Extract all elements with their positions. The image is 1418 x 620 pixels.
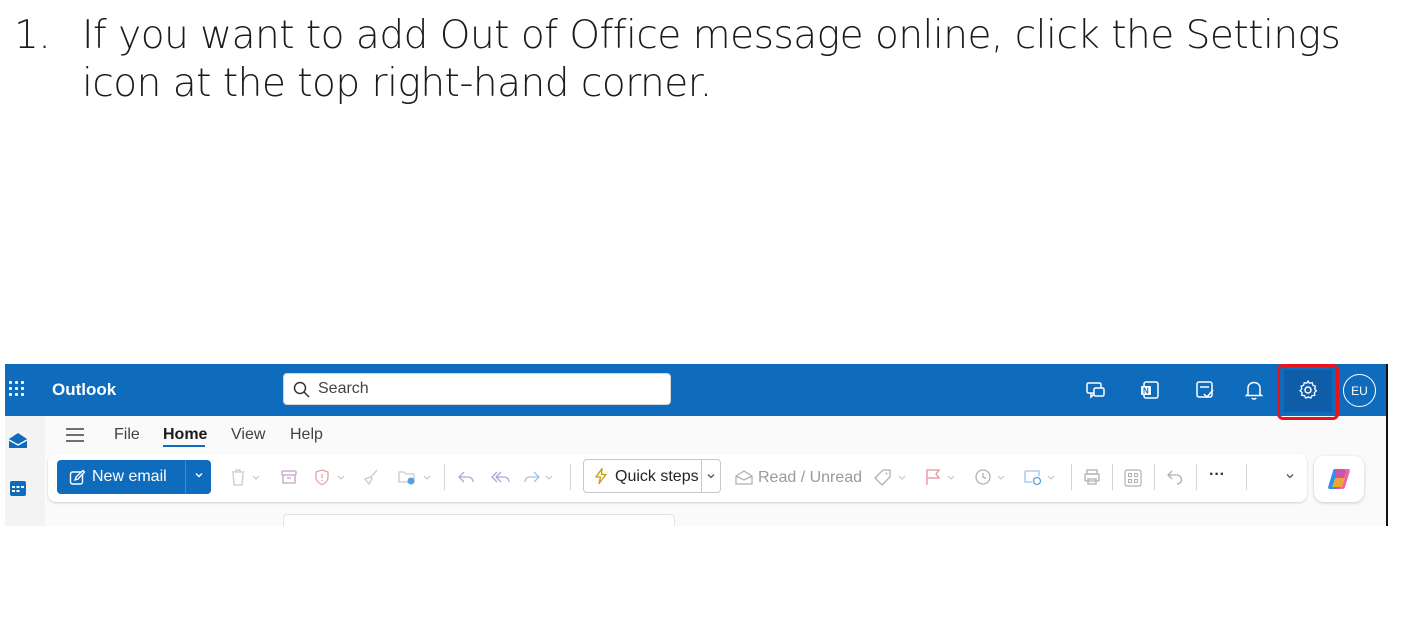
chevron-down-icon[interactable]: [705, 470, 717, 482]
compose-icon: [69, 469, 86, 485]
onenote-icon[interactable]: N: [1138, 378, 1162, 402]
calendar-app-icon[interactable]: [8, 478, 28, 498]
svg-text:N: N: [1143, 387, 1149, 396]
chevron-down-icon[interactable]: [897, 468, 907, 486]
tag-icon[interactable]: [874, 468, 892, 486]
tab-help[interactable]: Help: [290, 426, 323, 444]
reply-icon[interactable]: [456, 468, 476, 486]
rules-icon[interactable]: [1023, 468, 1043, 486]
more-options-icon[interactable]: ···: [1209, 466, 1225, 484]
new-email-label: New email: [92, 468, 167, 485]
apps-icon[interactable]: [1123, 468, 1143, 488]
read-unread-label[interactable]: Read / Unread: [758, 469, 862, 487]
expand-ribbon-icon[interactable]: [1284, 470, 1296, 482]
sweep-icon[interactable]: [362, 468, 380, 486]
tab-view[interactable]: View: [231, 426, 265, 444]
copilot-button[interactable]: [1314, 456, 1364, 502]
left-rail: [5, 416, 45, 526]
todo-icon[interactable]: [1193, 378, 1217, 402]
chevron-down-icon[interactable]: [1046, 468, 1056, 486]
copilot-icon: [1328, 469, 1350, 489]
envelope-open-icon[interactable]: [734, 468, 754, 486]
instruction: 1. If you want to add Out of Office mess…: [14, 12, 1394, 108]
top-bar: Outlook N: [5, 364, 1386, 420]
hamburger-icon[interactable]: [65, 427, 85, 443]
quick-steps-button[interactable]: Quick steps: [583, 459, 721, 493]
new-email-button[interactable]: New email: [57, 460, 211, 494]
tab-home[interactable]: Home: [163, 426, 207, 444]
clock-icon[interactable]: [974, 468, 992, 486]
settings-highlight: [1277, 364, 1339, 420]
ribbon: New email Quick steps Read / Unread ···: [48, 454, 1307, 502]
chevron-down-icon[interactable]: [193, 469, 205, 481]
report-icon[interactable]: [313, 468, 331, 486]
teams-chat-icon[interactable]: [1084, 378, 1108, 402]
app-launcher-icon[interactable]: [7, 379, 29, 401]
forward-icon[interactable]: [522, 468, 542, 486]
print-icon[interactable]: [1083, 468, 1101, 486]
instruction-text: If you want to add Out of Office message…: [82, 13, 1341, 106]
avatar[interactable]: EU: [1343, 374, 1376, 407]
mail-app-icon[interactable]: [7, 430, 29, 452]
chevron-down-icon[interactable]: [336, 468, 346, 486]
active-tab-indicator: [163, 445, 205, 447]
flag-icon[interactable]: [924, 468, 942, 486]
chevron-down-icon[interactable]: [544, 468, 554, 486]
search-input[interactable]: [316, 379, 640, 399]
message-list-edge: [283, 514, 675, 526]
archive-icon[interactable]: [280, 468, 298, 486]
chevron-down-icon[interactable]: [251, 468, 261, 486]
undo-icon[interactable]: [1166, 468, 1184, 486]
bell-icon[interactable]: [1242, 378, 1266, 402]
chevron-down-icon[interactable]: [422, 468, 432, 486]
delete-icon[interactable]: [230, 468, 246, 486]
search-box[interactable]: [283, 373, 671, 405]
chevron-down-icon[interactable]: [996, 468, 1006, 486]
reply-all-icon[interactable]: [489, 468, 511, 486]
lightning-icon: [595, 467, 607, 485]
search-icon: [293, 381, 310, 398]
instruction-number: 1.: [14, 13, 51, 58]
tab-file[interactable]: File: [114, 426, 140, 444]
app-name[interactable]: Outlook: [52, 380, 116, 400]
move-to-icon[interactable]: [397, 468, 417, 486]
chevron-down-icon[interactable]: [946, 468, 956, 486]
outlook-screenshot: Outlook N: [5, 364, 1388, 526]
quick-steps-label: Quick steps: [615, 468, 699, 485]
